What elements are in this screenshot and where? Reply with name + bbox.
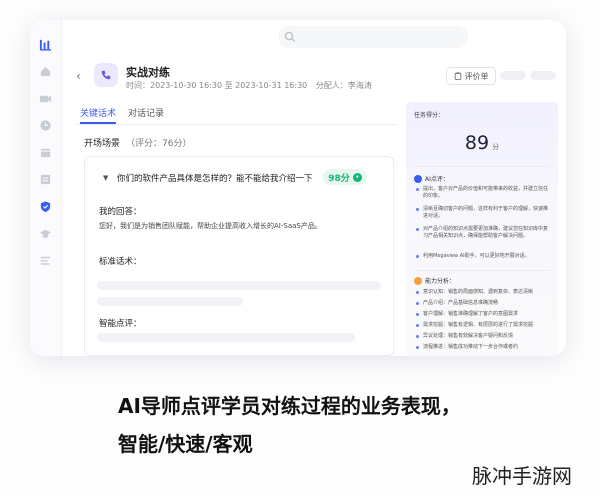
ability-title: 能力分析：: [425, 278, 456, 285]
phone-icon: [94, 63, 118, 87]
divider: [76, 124, 398, 125]
tab-dialogue-log[interactable]: 对话记录: [128, 106, 164, 124]
page-title: 实战对练: [126, 66, 170, 79]
tab-key-scripts[interactable]: 关键话术: [80, 106, 117, 124]
calendar-icon[interactable]: [38, 146, 52, 158]
watermark: 脉冲手游网: [472, 464, 572, 488]
document-icon[interactable]: [38, 173, 52, 185]
smart-review-placeholder: [97, 333, 355, 342]
evaluation-button-label: 评价单: [464, 71, 489, 81]
list-icon[interactable]: [38, 254, 52, 266]
task-score: 89 分: [406, 132, 558, 154]
question-score-badge: 98分 •: [323, 169, 367, 185]
ai-review-title: AI点评：: [425, 176, 449, 183]
divider: [414, 270, 550, 271]
app-window: ‹ 实战对练 时间：2023-10-30 16:30 至 2023-10-31 …: [30, 20, 566, 356]
smart-review-title: 智能点评：: [99, 319, 142, 329]
ability-item: 需求挖掘：销售有逻辑、有层层的进行了需求挖掘: [416, 322, 552, 329]
ai-review-item: 提出，客户对产品的价值和可能带来的收益，并建立信任的印象。: [416, 186, 552, 200]
blurred-action[interactable]: [530, 71, 556, 80]
blurred-action[interactable]: [500, 71, 526, 80]
logo-icon: [38, 38, 52, 51]
ai-review-item: 利用Megaview AI助手，可以更好地开展对话。: [416, 253, 552, 260]
scene-heading: 开场场景 （评分：76分）: [84, 136, 191, 149]
question-text: 你们的软件产品具体是怎样的？能不能给我介绍一下: [117, 174, 313, 184]
task-score-unit: 分: [492, 143, 500, 151]
ability-item: 产品介绍：产品基础信息准确流畅: [416, 300, 552, 307]
home-icon[interactable]: [38, 65, 52, 77]
score-panel: 任务得分： 89 分 AI点评： 提出，客户对产品的价值和可能带来的收益，并建立信…: [406, 102, 558, 356]
standard-script-title: 标准话术：: [99, 257, 142, 267]
clock-icon[interactable]: [38, 119, 52, 131]
page: ‹ 实战对练 时间：2023-10-30 16:30 至 2023-10-31 …: [0, 0, 600, 496]
ai-review-item: 对产品介绍的知识点需要更加准确，建议您在知识库中复习产品相关知识点，确保能帮助客…: [416, 226, 552, 240]
task-score-value: 89: [464, 132, 490, 154]
standard-script-placeholder: [97, 281, 381, 290]
search-icon: [284, 31, 295, 42]
question-card: ▼ 你们的软件产品具体是怎样的？能不能给我介绍一下 98分 • 我的回答： 您好…: [84, 156, 394, 356]
my-answer-title: 我的回答：: [99, 207, 142, 217]
scene-score: （评分：76分）: [126, 139, 192, 149]
chat-bubble-icon: •: [352, 172, 362, 182]
collapse-caret-icon[interactable]: ▼: [103, 174, 108, 182]
my-answer-text: 您好，我们是为销售团队赋能，帮助企业提高收入增长的AI-SaaS产品。: [99, 222, 322, 230]
scene-name: 开场场景: [84, 139, 121, 149]
ability-icon: [414, 276, 422, 285]
question-score: 98分: [328, 173, 350, 184]
caption-line-1: AI导师点评学员对练过程的业务表现，: [118, 394, 461, 418]
shield-icon[interactable]: [38, 200, 52, 212]
ability-item: 流程推进：销售成功推动下一步合作或者约: [416, 344, 552, 351]
evaluation-button[interactable]: 评价单: [446, 67, 496, 85]
search-input[interactable]: [278, 26, 468, 48]
clipboard-icon: [454, 72, 461, 80]
ai-review-heading: AI点评：: [414, 174, 449, 183]
side-rail: [30, 20, 62, 356]
video-icon[interactable]: [38, 92, 52, 104]
divider: [414, 166, 550, 167]
caption-line-2: 智能/快速/客观: [118, 432, 253, 456]
back-button[interactable]: ‹: [76, 69, 81, 83]
ability-item: 异议处理：销售有效解决客户疑问和反馈: [416, 333, 552, 340]
task-score-label: 任务得分：: [414, 112, 445, 119]
tab-bar: 关键话术 对话记录: [80, 106, 164, 124]
assignee: 分配人：李海涛: [315, 81, 372, 90]
ai-icon: [414, 174, 422, 183]
ability-item: 客户理解：销售准确理解了客户的意图需求: [416, 311, 552, 318]
ability-heading: 能力分析：: [414, 276, 455, 285]
ai-review-item: 清晰且确切客户的问题，这样有利于客户的理解，快速推进对话。: [416, 206, 552, 220]
graduation-cap-icon[interactable]: [38, 227, 52, 239]
standard-script-placeholder: [97, 297, 243, 306]
ability-item: 意识认知：销售的局面感知、遇到复杂、表达清晰: [416, 289, 552, 296]
header-meta: 时间：2023-10-30 16:30 至 2023-10-31 16:30 分…: [126, 80, 378, 91]
practice-time: 时间：2023-10-30 16:30 至 2023-10-31 16:30: [126, 81, 308, 90]
